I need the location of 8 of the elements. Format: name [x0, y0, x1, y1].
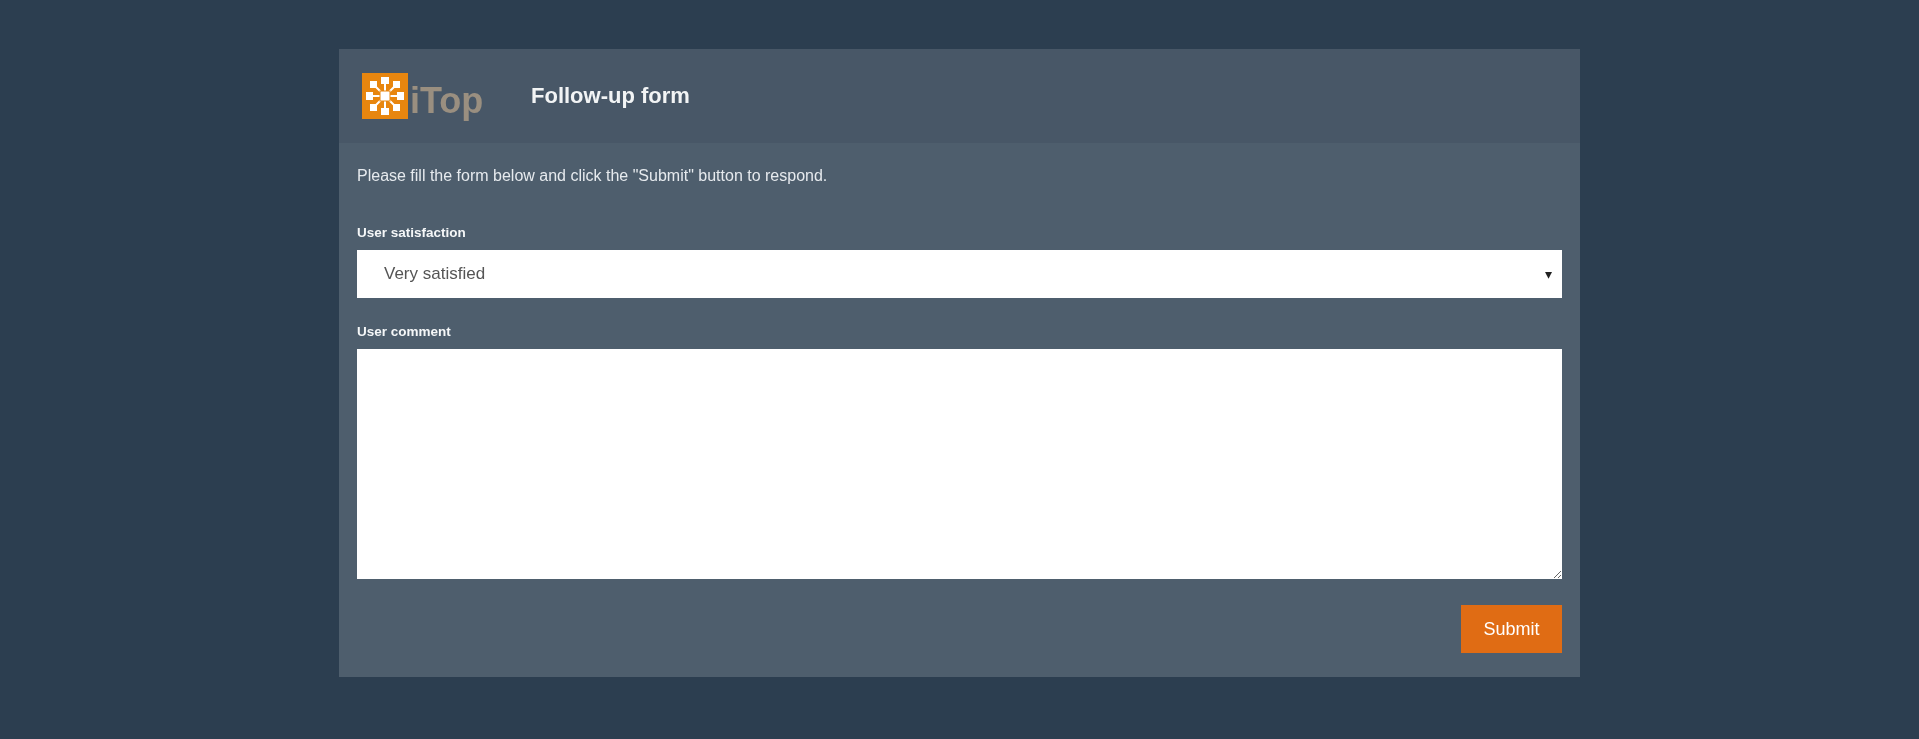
logo-text: iTop — [410, 83, 484, 119]
field-label: User comment — [357, 324, 452, 339]
dropdown-field[interactable]: Very satisfied ▾ — [357, 250, 1562, 298]
network-logo-icon — [362, 73, 408, 119]
instruction-text: Please fill the form below and click the "Submit" button to respond. — [357, 167, 829, 185]
comment-field[interactable] — [357, 349, 1562, 579]
form-title: Follow-up form — [531, 83, 690, 109]
field-label: User satisfaction — [357, 225, 467, 240]
